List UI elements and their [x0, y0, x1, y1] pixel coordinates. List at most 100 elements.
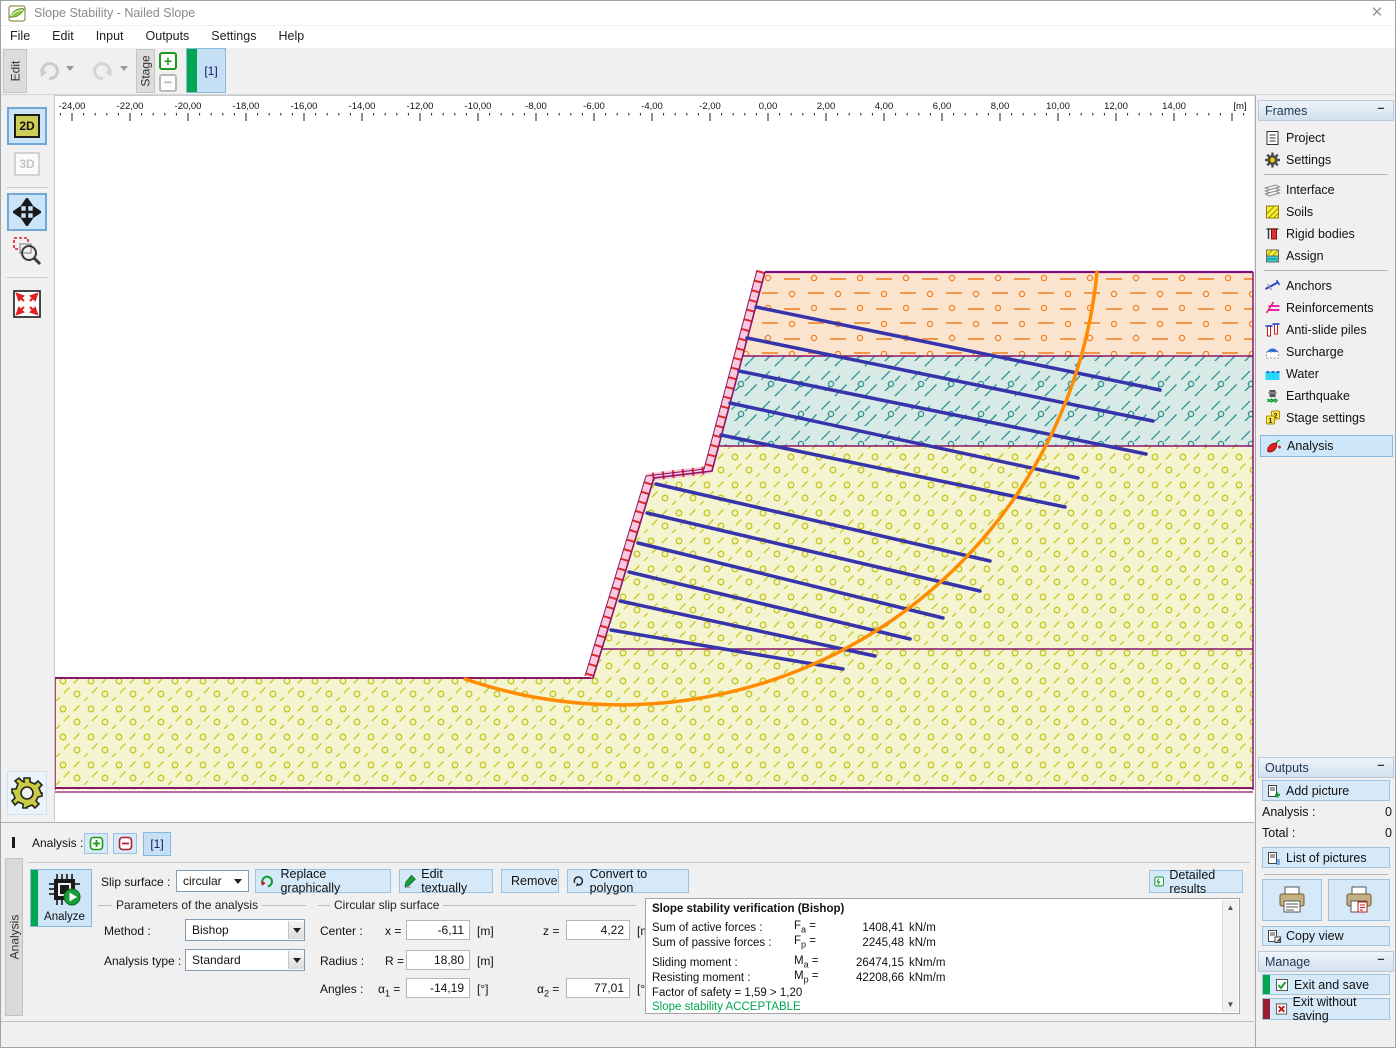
results-scrollbar[interactable]: ▲ ▼: [1222, 900, 1238, 1012]
zoom-window-button[interactable]: [7, 232, 47, 270]
frame-item-reinforcements[interactable]: Reinforcements: [1260, 297, 1393, 319]
center-x-input[interactable]: -6,11: [406, 920, 470, 940]
menu-settings[interactable]: Settings: [200, 26, 267, 48]
soil-layer-orange: [743, 272, 1253, 356]
slope-drawing[interactable]: -24,00-22,00-20,00-18,00-16,00-14,00-12,…: [55, 96, 1254, 822]
redo-dropdown-arrow[interactable]: [120, 66, 128, 71]
print-button[interactable]: [1262, 879, 1322, 921]
analysis-tab-1[interactable]: [1]: [143, 832, 171, 856]
svg-text:-16,00: -16,00: [291, 101, 318, 112]
slip-surface-select[interactable]: circular: [176, 870, 249, 892]
print-detailed-button[interactable]: [1328, 879, 1390, 921]
visualization-settings-button[interactable]: [7, 771, 47, 815]
center-z-input[interactable]: 4,22: [566, 920, 630, 940]
frames-minimize-button[interactable]: –: [1374, 103, 1388, 117]
edit-toolbar-tab[interactable]: Edit: [3, 49, 27, 93]
analysis-remove-button[interactable]: [113, 833, 137, 854]
remove-analysis-icon: [118, 836, 133, 851]
frame-item-water[interactable]: Water: [1260, 363, 1393, 385]
svg-text:-14,00: -14,00: [349, 101, 376, 112]
exit-and-save-button[interactable]: Exit and save: [1262, 974, 1390, 995]
view-2d-button[interactable]: 2D: [7, 107, 47, 145]
menu-outputs[interactable]: Outputs: [135, 26, 201, 48]
frame-item-earthquake[interactable]: Earthquake: [1260, 385, 1393, 407]
outputs-panel-header: Outputs –: [1258, 757, 1394, 778]
analysis-count-row: Analysis : 0: [1262, 805, 1392, 819]
bottom-analysis-panel: Analysis Analysis : [1] Analyze Slip sur…: [0, 822, 1254, 1021]
combo-arrow-button[interactable]: [288, 921, 304, 939]
tool-separator: [6, 277, 48, 278]
frame-item-surcharge[interactable]: Surcharge: [1260, 341, 1393, 363]
assign-icon: [1264, 248, 1281, 264]
radius-input[interactable]: 18,80: [406, 950, 470, 970]
frame-item-anchors[interactable]: Anchors: [1260, 275, 1393, 297]
soils-icon: [1264, 204, 1281, 220]
svg-text:2,00: 2,00: [817, 101, 836, 112]
replace-graphically-button[interactable]: Replace graphically: [255, 869, 391, 893]
analysis-type-select[interactable]: Standard: [185, 949, 305, 971]
view-2d-icon: 2D: [14, 114, 40, 138]
undo-dropdown-arrow[interactable]: [66, 66, 74, 71]
reinforcements-icon: [1264, 300, 1281, 316]
svg-text:-18,00: -18,00: [233, 101, 260, 112]
verdict-line: Slope stability ACCEPTABLE: [652, 1001, 1220, 1016]
fit-to-view-button[interactable]: [7, 285, 47, 323]
alpha1-input[interactable]: -14,19: [406, 978, 470, 998]
svg-text:1: 1: [1269, 418, 1273, 425]
pan-tool-button[interactable]: [7, 193, 47, 231]
add-picture-button[interactable]: Add picture: [1262, 780, 1390, 801]
parameters-group-title: Parameters of the analysis: [112, 898, 262, 912]
rigid-bodies-icon: [1264, 226, 1281, 242]
convert-to-polygon-button[interactable]: Convert to polygon: [567, 869, 689, 893]
edit-textually-button[interactable]: Edit textually: [399, 869, 493, 893]
analysis-side-tab[interactable]: Analysis: [5, 858, 23, 1016]
outputs-minimize-button[interactable]: –: [1374, 760, 1388, 774]
list-of-pictures-icon: [1267, 851, 1281, 865]
scroll-up-icon[interactable]: ▲: [1223, 900, 1238, 915]
frame-item-anti-slide-piles[interactable]: Anti-slide piles: [1260, 319, 1393, 341]
analysis-icon: [1265, 438, 1282, 454]
undo-button[interactable]: [34, 56, 64, 86]
method-select[interactable]: Bishop: [185, 919, 305, 941]
copy-view-button[interactable]: Copy view: [1262, 926, 1390, 946]
analysis-add-button[interactable]: [84, 833, 108, 854]
remove-button[interactable]: Remove: [501, 869, 559, 893]
stage-remove-button[interactable]: −: [159, 74, 177, 92]
svg-text:14,00: 14,00: [1162, 101, 1186, 112]
frame-item-interface[interactable]: Interface: [1260, 179, 1393, 201]
add-analysis-icon: [89, 836, 104, 851]
menu-input[interactable]: Input: [85, 26, 135, 48]
frame-item-rigid-bodies[interactable]: Rigid bodies: [1260, 223, 1393, 245]
menu-edit[interactable]: Edit: [41, 26, 85, 48]
menu-file[interactable]: File: [8, 26, 41, 48]
detailed-results-button[interactable]: Detailed results: [1149, 870, 1243, 893]
panel-grip[interactable]: [12, 837, 15, 848]
frame-item-soils[interactable]: Soils: [1260, 201, 1393, 223]
exit-without-saving-button[interactable]: Exit without saving: [1262, 998, 1390, 1020]
stage-add-button[interactable]: +: [159, 52, 177, 70]
svg-text:-8,00: -8,00: [525, 101, 547, 112]
frame-item-assign[interactable]: Assign: [1260, 245, 1393, 267]
manage-minimize-button[interactable]: –: [1374, 954, 1388, 968]
list-of-pictures-button[interactable]: List of pictures: [1262, 847, 1390, 868]
scroll-down-icon[interactable]: ▼: [1223, 997, 1238, 1012]
combo-arrow-button[interactable]: [288, 951, 304, 969]
redo-button[interactable]: [88, 56, 118, 86]
alpha1-label: α1 =: [378, 982, 400, 998]
view-3d-button[interactable]: 3D: [7, 145, 47, 183]
alpha1-unit: [°]: [477, 982, 488, 996]
menu-help[interactable]: Help: [267, 26, 315, 48]
drawing-canvas[interactable]: -24,00-22,00-20,00-18,00-16,00-14,00-12,…: [55, 95, 1254, 821]
frame-item-settings[interactable]: Settings: [1260, 149, 1393, 171]
svg-text:-22,00: -22,00: [117, 101, 144, 112]
frame-item-analysis[interactable]: Analysis: [1260, 435, 1393, 457]
alpha2-input[interactable]: 77,01: [566, 978, 630, 998]
stage-tab-1[interactable]: [1]: [186, 48, 226, 93]
circle-group-title: Circular slip surface: [330, 898, 443, 912]
frame-item-stage-settings[interactable]: 21 Stage settings: [1260, 407, 1393, 429]
frame-item-project[interactable]: Project: [1260, 127, 1393, 149]
analyze-button[interactable]: Analyze: [30, 869, 92, 927]
total-count-row: Total : 0: [1262, 826, 1392, 840]
results-rows: Sum of active forces :Fa =1408,41kN/mSum…: [652, 920, 1220, 985]
close-button[interactable]: ✕: [1364, 3, 1390, 23]
